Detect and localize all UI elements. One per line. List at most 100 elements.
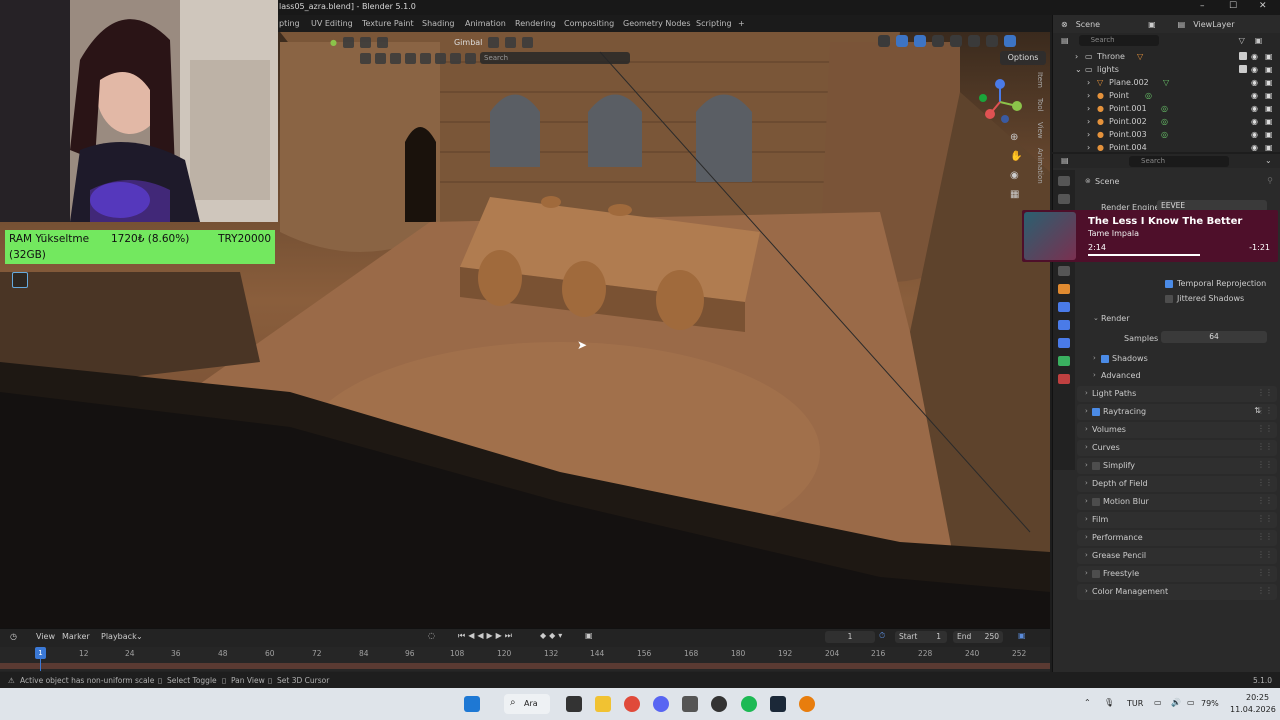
panel-grease-pencil[interactable]: › Grease Pencil ⋮⋮ [1077,548,1277,564]
exclude-checkbox[interactable] [1239,65,1247,73]
eye-icon[interactable]: ◉ [1251,52,1258,61]
sync-icon[interactable]: ▣ [1018,631,1026,640]
tab-texture-paint[interactable]: Texture Paint [362,19,414,28]
timeline-ruler[interactable]: 1 12 24 36 48 60 72 84 96 108 120 132 14… [0,647,1050,671]
physics-tab-icon[interactable] [1058,338,1070,348]
obs-icon[interactable] [711,696,727,712]
gizmo-toggle-icon[interactable] [896,35,908,47]
tab-shading[interactable]: Shading [422,19,455,28]
drag-handle-icon[interactable]: ⋮⋮ [1257,496,1273,505]
particles-tab-icon[interactable] [1058,320,1070,330]
expand-chevron-icon[interactable]: ⌄ [1075,65,1082,74]
taskbar-search-button[interactable]: ⌕ Ara [504,694,550,714]
file-explorer-icon[interactable] [595,696,611,712]
filter-icon-6[interactable] [435,52,446,64]
tab-animation[interactable]: Animation [465,19,506,28]
filter-icon-7[interactable] [450,52,461,64]
outliner-row[interactable]: › ● Point.001 ◎ ◉ ▣ [1053,102,1280,115]
auto-keying-icon[interactable]: ◌ [428,631,435,640]
sidebar-tab-animation[interactable]: Animation [1036,148,1044,184]
panel-depth-of-field[interactable]: › Depth of Field ⋮⋮ [1077,476,1277,492]
panel-performance[interactable]: › Performance ⋮⋮ [1077,530,1277,546]
microphone-icon[interactable]: 🎙 [1104,698,1114,707]
filter-funnel-icon[interactable]: ▽ [1239,36,1245,45]
current-frame-field[interactable]: 1 [825,631,875,643]
panel-volumes[interactable]: › Volumes ⋮⋮ [1077,422,1277,438]
select-mode-icon[interactable] [359,36,371,48]
xray-icon[interactable] [932,35,944,47]
timeline-menu-view[interactable]: View [36,632,55,641]
expand-chevron-icon[interactable]: › [1087,143,1090,152]
temporal-reprojection-checkbox[interactable] [1165,280,1173,288]
scene-selector[interactable]: Scene [1076,20,1100,29]
tab-compositing[interactable]: Compositing [564,19,614,28]
panel-color-management[interactable]: › Color Management ⋮⋮ [1077,584,1277,600]
tool-tab-icon[interactable] [1058,176,1070,186]
outliner-row[interactable]: › ▭ Throne ▽ ◉ ▣ [1053,50,1280,63]
freestyle-checkbox[interactable] [1092,570,1100,578]
shading-wire-icon[interactable] [950,35,962,47]
spotify-icon[interactable] [741,696,757,712]
panel-motion-blur[interactable]: › Motion Blur ⋮⋮ [1077,494,1277,510]
keyframe-nav-icons[interactable]: ◆◆▾ [540,631,565,640]
task-view-icon[interactable] [566,696,582,712]
drag-handle-icon[interactable]: ⋮⋮ [1257,388,1273,397]
filter-icon-5[interactable] [420,52,431,64]
camera-view-icon[interactable]: ◉ [1010,170,1022,181]
volume-icon[interactable]: 🔊 [1171,698,1181,707]
tray-chevron-icon[interactable]: ⌃ [1084,698,1091,707]
sidebar-tab-view[interactable]: View [1036,122,1044,139]
minimize-icon[interactable]: – [1200,1,1205,11]
visibility-icon[interactable] [878,35,890,47]
shading-solid-icon[interactable] [968,35,980,47]
options-button[interactable]: Options [1000,51,1046,65]
render-tab-icon[interactable] [1058,194,1070,204]
grid-view-icon[interactable]: ▦ [1010,189,1022,200]
chrome-icon[interactable] [624,696,640,712]
pan-hand-icon[interactable]: ✋ [1010,151,1022,162]
panel-curves[interactable]: › Curves ⋮⋮ [1077,440,1277,456]
language-indicator[interactable]: TUR [1127,699,1143,708]
proportional-edit-icon[interactable] [522,36,534,48]
drag-handle-icon[interactable]: ⋮⋮ [1257,532,1273,541]
drag-handle-icon[interactable]: ⋮⋮ [1257,424,1273,433]
modifiers-tab-icon[interactable] [1058,302,1070,312]
render-camera-icon[interactable]: ▣ [1265,143,1273,152]
render-camera-icon[interactable]: ▣ [1265,91,1273,100]
maximize-icon[interactable]: ☐ [1229,1,1237,11]
discord-icon[interactable] [653,696,669,712]
overlay-toggle-icon[interactable] [914,35,926,47]
expand-chevron-icon[interactable]: › [1087,78,1090,87]
expand-chevron-icon[interactable]: › [1087,117,1090,126]
chevron-down-icon[interactable]: ⌄ [1265,156,1272,165]
select-box-icon[interactable] [342,36,354,48]
clock-time[interactable]: 20:25 [1246,693,1269,702]
outliner-row[interactable]: › ▽ Plane.002 ▽ ◉ ▣ [1053,76,1280,89]
outliner-row[interactable]: › ● Point ◎ ◉ ▣ [1053,89,1280,102]
drag-handle-icon[interactable]: ⋮⋮ [1257,442,1273,451]
panel-freestyle[interactable]: › Freestyle ⋮⋮ [1077,566,1277,582]
new-collection-icon[interactable]: ▣ [1255,36,1263,45]
blender-icon[interactable] [799,696,815,712]
transform-orientation-dropdown[interactable]: Gimbal [454,38,482,47]
eye-icon[interactable]: ◉ [1251,65,1258,74]
zoom-icon[interactable]: ⊕ [1010,132,1022,143]
eye-icon[interactable]: ◉ [1251,130,1258,139]
temporal-reprojection-row[interactable]: Temporal Reprojection [1077,276,1277,292]
drag-handle-icon[interactable]: ⋮⋮ [1257,406,1273,415]
shading-rendered-icon[interactable] [1004,35,1016,47]
world-tab-icon[interactable] [1058,266,1070,276]
pivot-icon[interactable] [488,36,500,48]
tab-geometry-nodes[interactable]: Geometry Nodes [623,19,690,28]
add-cube-icon[interactable] [12,272,28,288]
network-icon[interactable]: ▭ [1154,698,1162,707]
outliner-row[interactable]: › ● Point.002 ◎ ◉ ▣ [1053,115,1280,128]
windows-start-icon[interactable] [464,696,480,712]
object-tab-icon[interactable] [1058,284,1070,294]
timeline-menu-marker[interactable]: Marker [62,632,90,641]
exclude-checkbox[interactable] [1239,52,1247,60]
keying-set-icon[interactable]: ▣ [585,631,593,640]
tab-uv-editing[interactable]: UV Editing [311,19,353,28]
drag-handle-icon[interactable]: ⋮⋮ [1257,586,1273,595]
camera-app-icon[interactable] [682,696,698,712]
